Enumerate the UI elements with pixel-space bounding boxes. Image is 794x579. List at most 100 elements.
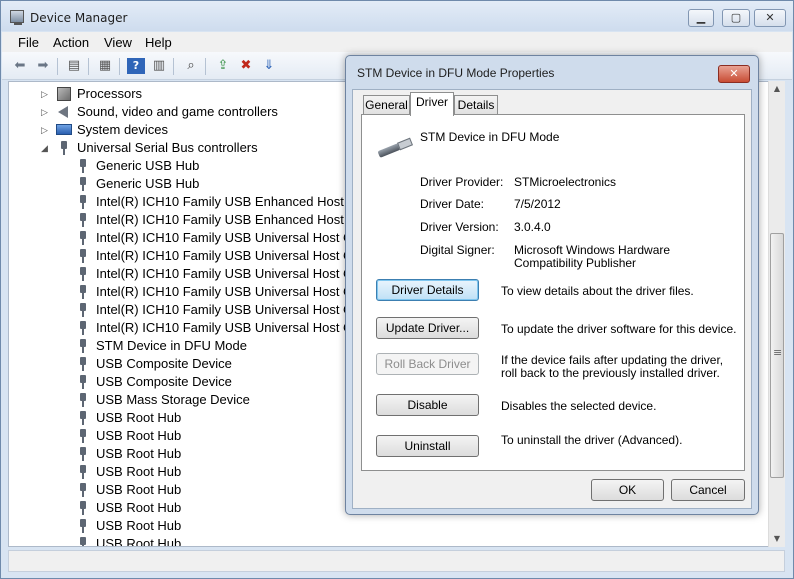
- properties-dialog: STM Device in DFU Mode Properties ✕ Gene…: [345, 55, 759, 515]
- usb-device-icon: [76, 483, 90, 497]
- usb-device-icon: [76, 285, 90, 299]
- usb-device-icon: [76, 429, 90, 443]
- uninstall-device-icon[interactable]: ⇓: [260, 58, 278, 74]
- driver-details-button[interactable]: Driver Details: [376, 279, 479, 301]
- usb-device-icon: [76, 339, 90, 353]
- usb-device-icon: [76, 393, 90, 407]
- menu-view[interactable]: View: [104, 35, 132, 50]
- tree-item-label: Processors: [77, 86, 143, 101]
- tree-item-label: Intel(R) ICH10 Family USB Universal Host…: [96, 266, 383, 281]
- tree-item-label: USB Root Hub: [96, 464, 182, 479]
- toolbar-separator: [88, 58, 89, 75]
- window-title: Device Manager: [30, 11, 128, 25]
- driver-date-label: Driver Date:: [420, 197, 485, 211]
- usb-icon: [57, 141, 71, 155]
- uninstall-button[interactable]: Uninstall: [376, 435, 479, 457]
- usb-device-icon: [76, 213, 90, 227]
- menu-help[interactable]: Help: [145, 35, 172, 50]
- update-driver-description: To update the driver software for this d…: [501, 322, 737, 336]
- dialog-close-button[interactable]: ✕: [718, 65, 750, 83]
- computer-icon: [56, 124, 72, 135]
- ok-button[interactable]: OK: [591, 479, 664, 501]
- menu-file[interactable]: File: [18, 35, 39, 50]
- usb-device-icon: [76, 501, 90, 515]
- title-bar[interactable]: Device Manager ▁ ▢ ✕: [1, 1, 793, 31]
- tree-item-label: System devices: [77, 122, 169, 137]
- properties-icon[interactable]: ▦: [96, 58, 114, 74]
- minimize-button[interactable]: ▁: [688, 9, 714, 27]
- roll-back-driver-button[interactable]: Roll Back Driver: [376, 353, 479, 375]
- tree-item-label: Generic USB Hub: [96, 176, 200, 191]
- disable-button[interactable]: Disable: [376, 394, 479, 416]
- usb-device-icon: [76, 411, 90, 425]
- back-arrow-icon[interactable]: ⬅: [11, 58, 29, 74]
- tree-item-label: STM Device in DFU Mode: [96, 338, 247, 353]
- tree-item-label: Intel(R) ICH10 Family USB Universal Host…: [96, 302, 383, 317]
- vertical-scrollbar[interactable]: ▲ ▼: [768, 81, 785, 547]
- maximize-button[interactable]: ▢: [722, 9, 750, 27]
- scan-hardware-icon[interactable]: ⌕: [182, 58, 200, 74]
- toolbar-separator: [205, 58, 206, 75]
- usb-device-icon: [76, 249, 90, 263]
- tree-item-label: USB Root Hub: [96, 410, 182, 425]
- tree-item-label: USB Root Hub: [96, 482, 182, 497]
- update-driver-button[interactable]: Update Driver...: [376, 317, 479, 339]
- tree-item-label: Intel(R) ICH10 Family USB Enhanced Host …: [96, 194, 387, 209]
- disable-device-icon[interactable]: ✖: [237, 58, 255, 74]
- driver-details-description: To view details about the driver files.: [501, 284, 694, 298]
- console-tree-icon[interactable]: ▥: [150, 58, 168, 74]
- usb-device-icon: [76, 375, 90, 389]
- update-driver-icon[interactable]: ⇪: [214, 58, 232, 74]
- usb-device-icon: [76, 267, 90, 281]
- tab-driver[interactable]: Driver: [410, 92, 454, 116]
- driver-date-value: 7/5/2012: [514, 197, 561, 211]
- usb-device-icon: [76, 465, 90, 479]
- menu-action[interactable]: Action: [53, 35, 89, 50]
- processor-icon: [57, 87, 71, 101]
- usb-device-icon: [76, 159, 90, 173]
- usb-plug-icon: [378, 139, 412, 155]
- tree-item-label: Generic USB Hub: [96, 158, 200, 173]
- tree-item-label: USB Root Hub: [96, 536, 182, 547]
- driver-provider-value: STMicroelectronics: [514, 175, 617, 189]
- uninstall-description: To uninstall the driver (Advanced).: [501, 433, 683, 447]
- tree-item-label: USB Mass Storage Device: [96, 392, 250, 407]
- disable-description: Disables the selected device.: [501, 399, 657, 413]
- forward-arrow-icon[interactable]: ➡: [34, 58, 52, 74]
- menu-bar: File Action View Help: [2, 32, 792, 52]
- show-hide-tree-icon[interactable]: ▤: [65, 58, 83, 74]
- driver-tab-panel: STM Device in DFU Mode Driver Provider: …: [361, 114, 745, 471]
- expander-icon[interactable]: ▷: [41, 103, 51, 121]
- toolbar-separator: [173, 58, 174, 75]
- roll-back-driver-description: If the device fails after updating the d…: [501, 353, 724, 380]
- tree-item-label: USB Root Hub: [96, 518, 182, 533]
- device-name: STM Device in DFU Mode: [420, 130, 560, 144]
- tree-item-label: Universal Serial Bus controllers: [77, 140, 258, 155]
- tree-item-label: USB Composite Device: [96, 374, 232, 389]
- dialog-title: STM Device in DFU Mode Properties: [357, 66, 555, 80]
- tree-item-label: Intel(R) ICH10 Family USB Universal Host…: [96, 248, 383, 263]
- usb-device-icon: [76, 321, 90, 335]
- scroll-down-arrow-icon[interactable]: ▼: [769, 531, 785, 547]
- tree-item-label: Sound, video and game controllers: [77, 104, 278, 119]
- expander-icon[interactable]: ▷: [41, 85, 51, 103]
- usb-device-icon: [76, 231, 90, 245]
- dialog-body: General Driver Details STM Device in DFU…: [352, 89, 752, 509]
- expander-icon[interactable]: ▷: [41, 121, 51, 139]
- close-button[interactable]: ✕: [754, 9, 786, 27]
- tree-item-label: Intel(R) ICH10 Family USB Universal Host…: [96, 320, 383, 335]
- tab-general[interactable]: General: [363, 95, 410, 114]
- cancel-button[interactable]: Cancel: [671, 479, 745, 501]
- driver-version-label: Driver Version:: [420, 220, 499, 234]
- status-bar: [8, 550, 785, 572]
- help-icon[interactable]: ?: [127, 58, 145, 74]
- toolbar-separator: [119, 58, 120, 75]
- scrollbar-thumb[interactable]: [770, 233, 784, 478]
- tab-details[interactable]: Details: [454, 95, 498, 114]
- tree-item-label: USB Root Hub: [96, 500, 182, 515]
- expander-icon[interactable]: ◢: [41, 139, 51, 157]
- scroll-up-arrow-icon[interactable]: ▲: [769, 81, 785, 97]
- driver-version-value: 3.0.4.0: [514, 220, 551, 234]
- digital-signer-value: Microsoft Windows Hardware Compatibility…: [514, 243, 671, 270]
- usb-device-icon: [76, 519, 90, 533]
